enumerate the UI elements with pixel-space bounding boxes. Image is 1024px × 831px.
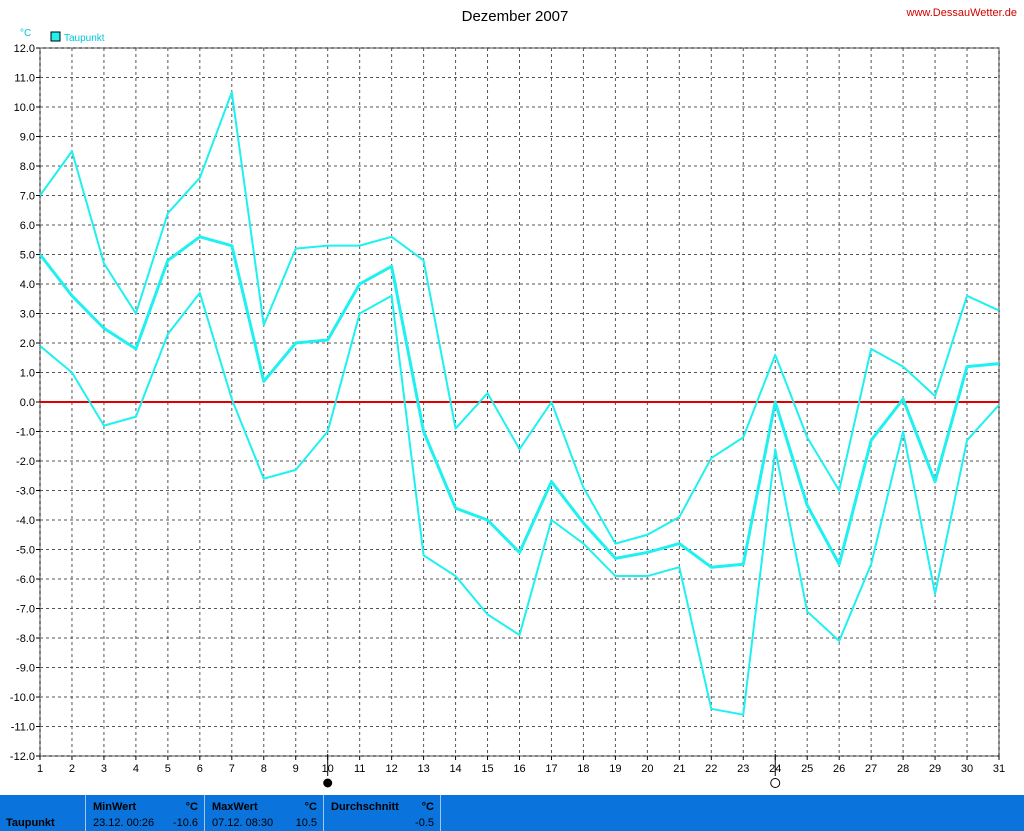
x-tick-label: 12	[386, 763, 398, 775]
avg-unit: °C	[421, 801, 434, 813]
y-axis-unit: °C	[20, 28, 31, 39]
y-tick-label: -9.0	[16, 663, 35, 675]
y-tick-label: 7.0	[20, 191, 35, 203]
x-tick-label: 26	[833, 763, 845, 775]
grid	[39, 47, 1000, 757]
y-tick-label: 10.0	[14, 102, 35, 114]
y-tick-label: -10.0	[10, 692, 35, 704]
y-tick-label: 5.0	[20, 250, 35, 262]
chart-title: Dezember 2007	[462, 8, 569, 25]
y-tick-label: -1.0	[16, 427, 35, 439]
x-tick-label: 17	[545, 763, 557, 775]
y-tick-label: 4.0	[20, 279, 35, 291]
x-tick-label: 25	[801, 763, 813, 775]
min-marker	[770, 778, 781, 788]
x-tick-label: 27	[865, 763, 877, 775]
y-tick-label: -3.0	[16, 486, 35, 498]
x-tick-label: 16	[513, 763, 525, 775]
y-axis: 12.0 11.0 10.0 9.0 8.0 7.0 6.0 5.0 4.0 3.0 2.0 1.0 0…	[10, 43, 40, 763]
legend-swatch	[50, 31, 61, 42]
y-tick-label: 8.0	[20, 161, 35, 173]
y-tick-label: -8.0	[16, 633, 35, 645]
y-tick-label: -4.0	[16, 515, 35, 527]
x-tick-label: 1	[37, 763, 43, 775]
max-marker	[323, 778, 333, 788]
y-tick-label: 1.0	[20, 368, 35, 380]
y-tick-label: -11.0	[11, 722, 35, 734]
max-unit: °C	[304, 801, 317, 813]
y-tick-label: -7.0	[16, 604, 35, 616]
legend-label: Taupunkt	[64, 33, 105, 44]
x-tick-label: 31	[993, 763, 1005, 775]
y-tick-label: -6.0	[16, 574, 35, 586]
x-tick-label: 18	[577, 763, 589, 775]
min-time: 23.12. 00:26	[93, 817, 155, 829]
chart: Dezember 2007 www.DessauWetter.de °C Tau…	[10, 7, 1017, 788]
y-tick-label: -12.0	[10, 751, 35, 763]
x-tick-label: 3	[101, 763, 107, 775]
stats-footer: Taupunkt MinWert °C 23.12. 00:26 -10.6 M…	[0, 795, 1024, 831]
x-tick-label: 20	[641, 763, 653, 775]
x-tick-label: 13	[417, 763, 429, 775]
y-tick-label: 0.0	[20, 397, 35, 409]
x-tick-label: 22	[705, 763, 717, 775]
min-value: -10.6	[172, 817, 198, 829]
y-tick-label: -5.0	[16, 545, 35, 557]
site-link[interactable]: www.DessauWetter.de	[906, 7, 1017, 19]
y-tick-label: 12.0	[14, 43, 35, 55]
min-header: MinWert	[93, 801, 137, 813]
x-tick-label: 14	[449, 763, 461, 775]
x-tick-label: 2	[69, 763, 75, 775]
x-tick-label: 8	[261, 763, 267, 775]
x-axis: 1 2 3 4 5 6 7 8 9 10 11 12 13 14 15 16 17 18 19 20 21 22 23 24 2…	[37, 756, 1005, 775]
x-tick-label: 11	[354, 763, 365, 775]
x-tick-label: 28	[897, 763, 909, 775]
x-tick-label: 23	[737, 763, 749, 775]
footer-max-cell: MaxWert °C 07.12. 08:30 10.5	[205, 795, 324, 831]
max-time: 07.12. 08:30	[212, 817, 274, 829]
x-tick-label: 19	[609, 763, 621, 775]
x-tick-label: 21	[673, 763, 685, 775]
x-tick-label: 15	[481, 763, 493, 775]
x-tick-label: 30	[961, 763, 973, 775]
footer-series-cell: Taupunkt	[0, 795, 86, 831]
x-tick-label: 29	[929, 763, 941, 775]
max-header: MaxWert	[212, 801, 258, 813]
footer-series-name: Taupunkt	[6, 817, 55, 829]
x-tick-label: 7	[229, 763, 235, 775]
y-tick-label: -2.0	[16, 456, 35, 468]
min-unit: °C	[185, 801, 198, 813]
avg-value: -0.5	[415, 817, 434, 829]
max-value: 10.5	[295, 817, 317, 829]
y-tick-label: 2.0	[20, 338, 35, 350]
x-tick-label: 9	[293, 763, 299, 775]
y-tick-label: 9.0	[20, 132, 35, 144]
y-tick-label: 3.0	[20, 309, 35, 321]
x-tick-label: 5	[165, 763, 171, 775]
y-tick-label: 11.0	[14, 73, 35, 85]
x-tick-label: 4	[133, 763, 139, 775]
avg-header: Durchschnitt	[331, 801, 399, 813]
y-tick-label: 6.0	[20, 220, 35, 232]
x-tick-label: 6	[197, 763, 203, 775]
footer-avg-cell: Durchschnitt °C -0.5	[324, 795, 441, 831]
footer-min-cell: MinWert °C 23.12. 00:26 -10.6	[86, 795, 205, 831]
